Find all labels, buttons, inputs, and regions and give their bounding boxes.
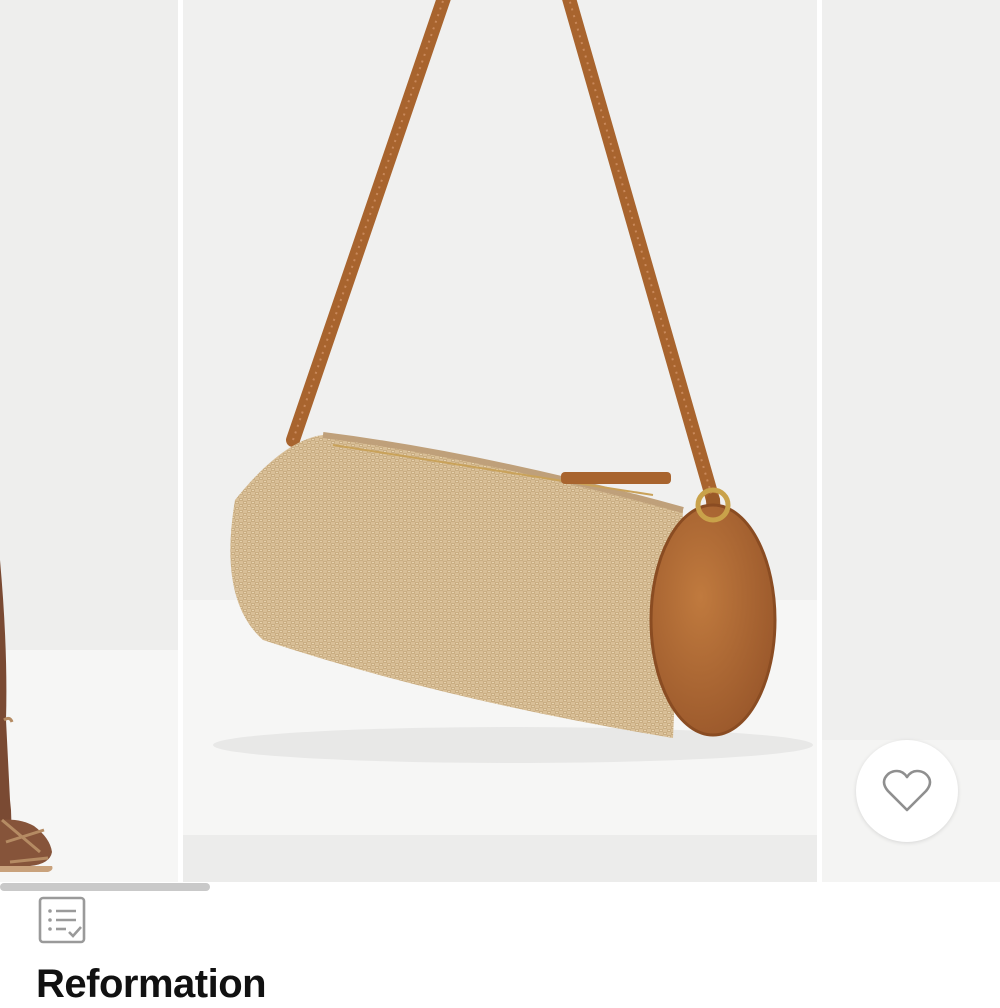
carousel-scroll-indicator xyxy=(0,883,1000,891)
product-image-carousel[interactable] xyxy=(0,0,1000,882)
carousel-scroll-thumb[interactable] xyxy=(0,883,210,891)
gallery-image-current[interactable] xyxy=(183,0,817,882)
list-checklist-icon[interactable] xyxy=(38,896,88,946)
favorite-button[interactable] xyxy=(856,740,958,842)
raffia-barrel-bag-image xyxy=(213,0,813,763)
heart-outline-icon xyxy=(882,769,932,812)
gallery-image-previous[interactable] xyxy=(0,0,178,882)
model-legs-image xyxy=(0,560,53,872)
brand-name[interactable]: Reformation xyxy=(36,960,267,1008)
